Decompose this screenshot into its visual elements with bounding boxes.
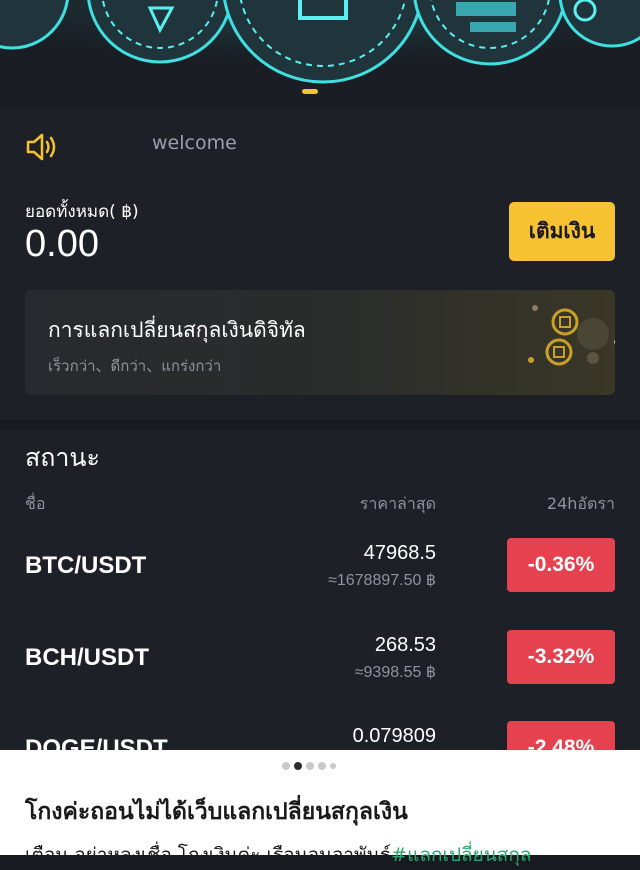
change-badge[interactable]: -0.36% [507,538,615,592]
exchange-card-subtitle: เร็วกว่า、ดีกว่า、แกร่งกว่า [48,357,222,375]
image-pager[interactable] [282,762,336,770]
promo-banner[interactable] [0,0,640,108]
notice-text: welcome [152,132,237,154]
last-price: 47968.5 [363,542,436,564]
fiat-price: ≈9398.55 ฿ [354,664,436,681]
pager-dot[interactable] [282,762,290,770]
last-price: 0.079809 [352,725,436,747]
caption-hashtag[interactable]: #แลกเปลี่ยนสกุล [391,844,531,866]
balance-value: 0.00 [25,223,99,265]
pair-name: BTC/USDT [25,552,147,579]
change-badge[interactable]: -3.32% [507,630,615,684]
caption-text: เตือน อย่าหลงเชื่อ โกงเงินค่ะ เรือนอนอาพ… [25,844,392,866]
topup-button[interactable]: เติมเงิน [509,202,615,261]
caption-body: เตือน อย่าหลงเชื่อ โกงเงินค่ะ เรือนอนอาพ… [25,840,532,870]
last-price: 268.53 [374,634,436,656]
pager-dot[interactable] [318,762,326,770]
account-panel: welcome ยอดทั้งหมด( ฿) 0.00 เติมเงิน การ… [0,108,640,420]
banner-page-indicator [302,89,318,94]
crypto-coins-illustration [0,0,640,108]
pager-dot[interactable] [330,763,336,769]
column-header-price[interactable]: ราคาล่าสุด [360,492,436,517]
column-header-change[interactable]: 24hอัตรา [547,492,615,517]
pager-dot-active[interactable] [294,762,302,770]
gold-coins-icon [528,305,615,366]
speaker-icon [25,132,59,166]
exchange-card-title: การแลกเปลี่ยนสกุลเงินดิจิทัล [48,318,306,342]
fiat-price: ≈1678897.50 ฿ [328,572,436,589]
post-caption-sheet: โกงค่ะถอนไม่ได้เว็บแลกเปลี่ยนสกุลเงิน เต… [0,750,640,866]
market-title: สถานะ [25,443,100,472]
caption-title: โกงค่ะถอนไม่ได้เว็บแลกเปลี่ยนสกุลเงิน [25,799,408,825]
pager-dot[interactable] [306,762,314,770]
market-row[interactable]: BTC/USDT 47968.5 ≈1678897.50 ฿ -0.36% [0,520,640,600]
column-header-name[interactable]: ชื่อ [25,492,45,517]
market-section: สถานะ ชื่อ ราคาล่าสุด 24hอัตรา BTC/USDT … [0,430,640,775]
balance-label: ยอดทั้งหมด( ฿) [25,202,139,222]
market-row[interactable]: BCH/USDT 268.53 ≈9398.55 ฿ -3.32% [0,612,640,692]
pair-name: BCH/USDT [25,644,149,671]
exchange-card[interactable]: การแลกเปลี่ยนสกุลเงินดิจิทัล เร็วกว่า、ดี… [25,290,615,395]
